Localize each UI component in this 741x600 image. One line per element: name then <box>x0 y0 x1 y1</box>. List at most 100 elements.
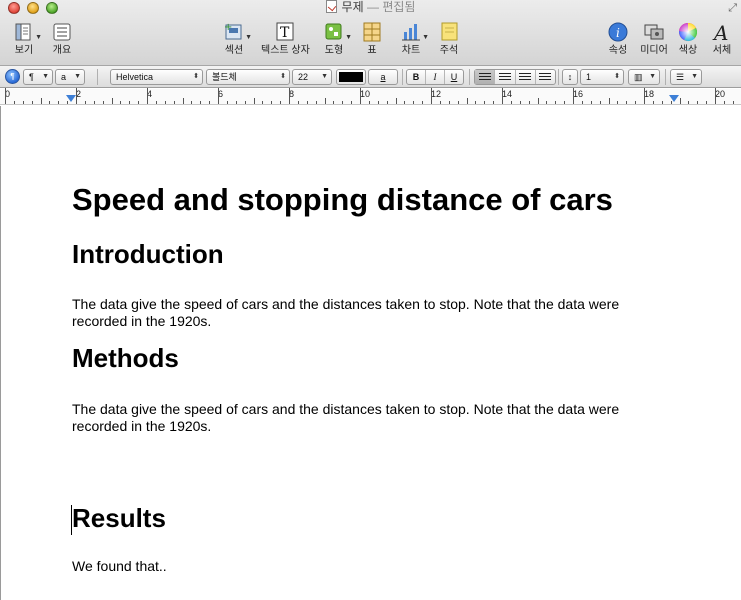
comment-button[interactable]: 주석 <box>425 21 473 57</box>
paragraph-methods[interactable]: The data give the speed of cars and the … <box>72 401 672 435</box>
ruler-tick <box>617 101 619 104</box>
font-style-popup[interactable]: 볼드체 ⬍ <box>206 69 290 85</box>
bullet-list-icon: ☰ <box>676 72 685 82</box>
ruler-tick <box>226 101 228 104</box>
ruler-tick <box>93 101 95 104</box>
ruler-tick <box>351 101 353 104</box>
ruler-label: 14 <box>502 89 513 99</box>
chart-icon: ▼ <box>399 21 429 43</box>
overview-button[interactable]: 개요 <box>38 21 86 57</box>
ruler-tick <box>528 101 530 104</box>
ruler-tick <box>244 101 246 104</box>
svg-text:T: T <box>280 25 290 41</box>
right-indent-marker[interactable] <box>669 95 679 102</box>
ruler-tick <box>289 88 290 104</box>
ruler-tick <box>182 98 184 104</box>
line-spacing-button[interactable]: ↕ <box>562 69 578 85</box>
align-right-icon <box>519 73 532 82</box>
heading-methods[interactable]: Methods <box>72 343 179 374</box>
section-label: 섹션 <box>224 45 244 56</box>
ruler-tick <box>608 98 610 104</box>
ruler-tick <box>111 98 113 104</box>
ruler-tick <box>475 101 477 104</box>
ruler-tick <box>546 101 548 104</box>
document-page[interactable]: Speed and stopping distance of cars Intr… <box>0 106 741 600</box>
ruler-tick <box>262 101 264 104</box>
ruler-tick <box>732 101 734 104</box>
ruler-tick <box>599 101 601 104</box>
ruler-tick <box>493 101 495 104</box>
columns-popup[interactable]: ▥ ▼ <box>628 69 660 85</box>
ruler-tick <box>484 101 486 104</box>
align-left-button[interactable] <box>475 70 496 84</box>
ruler-tick <box>138 101 140 104</box>
ruler-tick <box>377 101 379 104</box>
paragraph-results[interactable]: We found that.. <box>72 558 672 575</box>
ruler-tick <box>22 101 24 104</box>
overview-label: 개요 <box>52 45 72 56</box>
text-insertion-caret <box>71 505 72 535</box>
ruler-tick <box>271 101 273 104</box>
section-button[interactable]: + ▼ 섹션 <box>210 21 258 57</box>
ruler-tick <box>706 101 708 104</box>
highlight-color-well[interactable]: a <box>368 69 398 85</box>
separator <box>558 69 559 85</box>
align-right-button[interactable] <box>516 70 536 84</box>
ruler-tick <box>84 101 86 104</box>
font-size-value: 22 <box>298 72 309 82</box>
ruler-tick <box>164 101 166 104</box>
font-family-popup[interactable]: Helvetica ⬍ <box>110 69 203 85</box>
textbox-label: 텍스트 상자 <box>261 45 310 56</box>
ruler-tick <box>688 101 690 104</box>
page-edge <box>0 106 1 600</box>
document-title[interactable]: Speed and stopping distance of cars <box>72 182 613 218</box>
line-spacing-popup[interactable]: 1 ⬍ <box>580 69 624 85</box>
text-color-well[interactable] <box>336 69 366 85</box>
svg-text:+: + <box>224 22 232 33</box>
justify-button[interactable] <box>536 70 555 84</box>
ruler-tick <box>49 101 51 104</box>
ruler-tick <box>386 101 388 104</box>
view-icon: ▼ <box>12 21 42 43</box>
ruler-label: 20 <box>715 89 726 99</box>
ruler-tick <box>173 101 175 104</box>
ruler-tick <box>555 101 557 104</box>
title-separator: — <box>363 0 383 14</box>
separator <box>97 69 98 85</box>
paragraph-introduction[interactable]: The data give the speed of cars and the … <box>72 296 672 330</box>
heading-introduction[interactable]: Introduction <box>72 239 224 270</box>
ruler-tick <box>635 101 637 104</box>
ruler-tick <box>342 101 344 104</box>
separator <box>402 69 403 85</box>
underline-button[interactable]: U <box>445 70 463 84</box>
character-style-popup[interactable]: a ▼ <box>55 69 85 85</box>
ruler-tick <box>315 101 317 104</box>
ruler-tick <box>644 88 645 104</box>
ruler-tick <box>519 101 521 104</box>
edited-status: 편집됨 <box>382 0 416 14</box>
ruler-tick <box>306 101 308 104</box>
ruler-tick <box>652 101 654 104</box>
font-size-combo[interactable]: 22 ▼ <box>292 69 332 85</box>
list-style-popup[interactable]: ☰ ▼ <box>670 69 702 85</box>
fullscreen-icon[interactable]: ⤢ <box>728 2 737 15</box>
ruler-tick <box>581 101 583 104</box>
italic-button[interactable]: I <box>426 70 445 84</box>
ruler-label: 10 <box>360 89 371 99</box>
paragraph-style-popup[interactable]: ¶ ▼ <box>23 69 53 85</box>
left-indent-marker[interactable] <box>66 95 76 102</box>
ruler-tick <box>280 101 282 104</box>
ruler[interactable]: 0 2 4 6 8 10 12 14 16 18 20 <box>0 88 741 105</box>
ruler-tick <box>297 101 299 104</box>
color-wheel-icon <box>676 21 700 43</box>
heading-results[interactable]: Results <box>72 503 166 534</box>
comment-icon <box>437 21 461 43</box>
ruler-tick <box>395 98 397 104</box>
fonts-icon: A <box>710 21 734 45</box>
align-center-button[interactable] <box>495 70 516 84</box>
ruler-tick <box>31 101 33 104</box>
bold-button[interactable]: B <box>407 70 426 84</box>
styles-drawer-icon[interactable]: ¶ <box>5 69 20 84</box>
textbox-button[interactable]: T 텍스트 상자 <box>261 21 310 57</box>
fonts-button[interactable]: A 서체 <box>698 21 741 57</box>
